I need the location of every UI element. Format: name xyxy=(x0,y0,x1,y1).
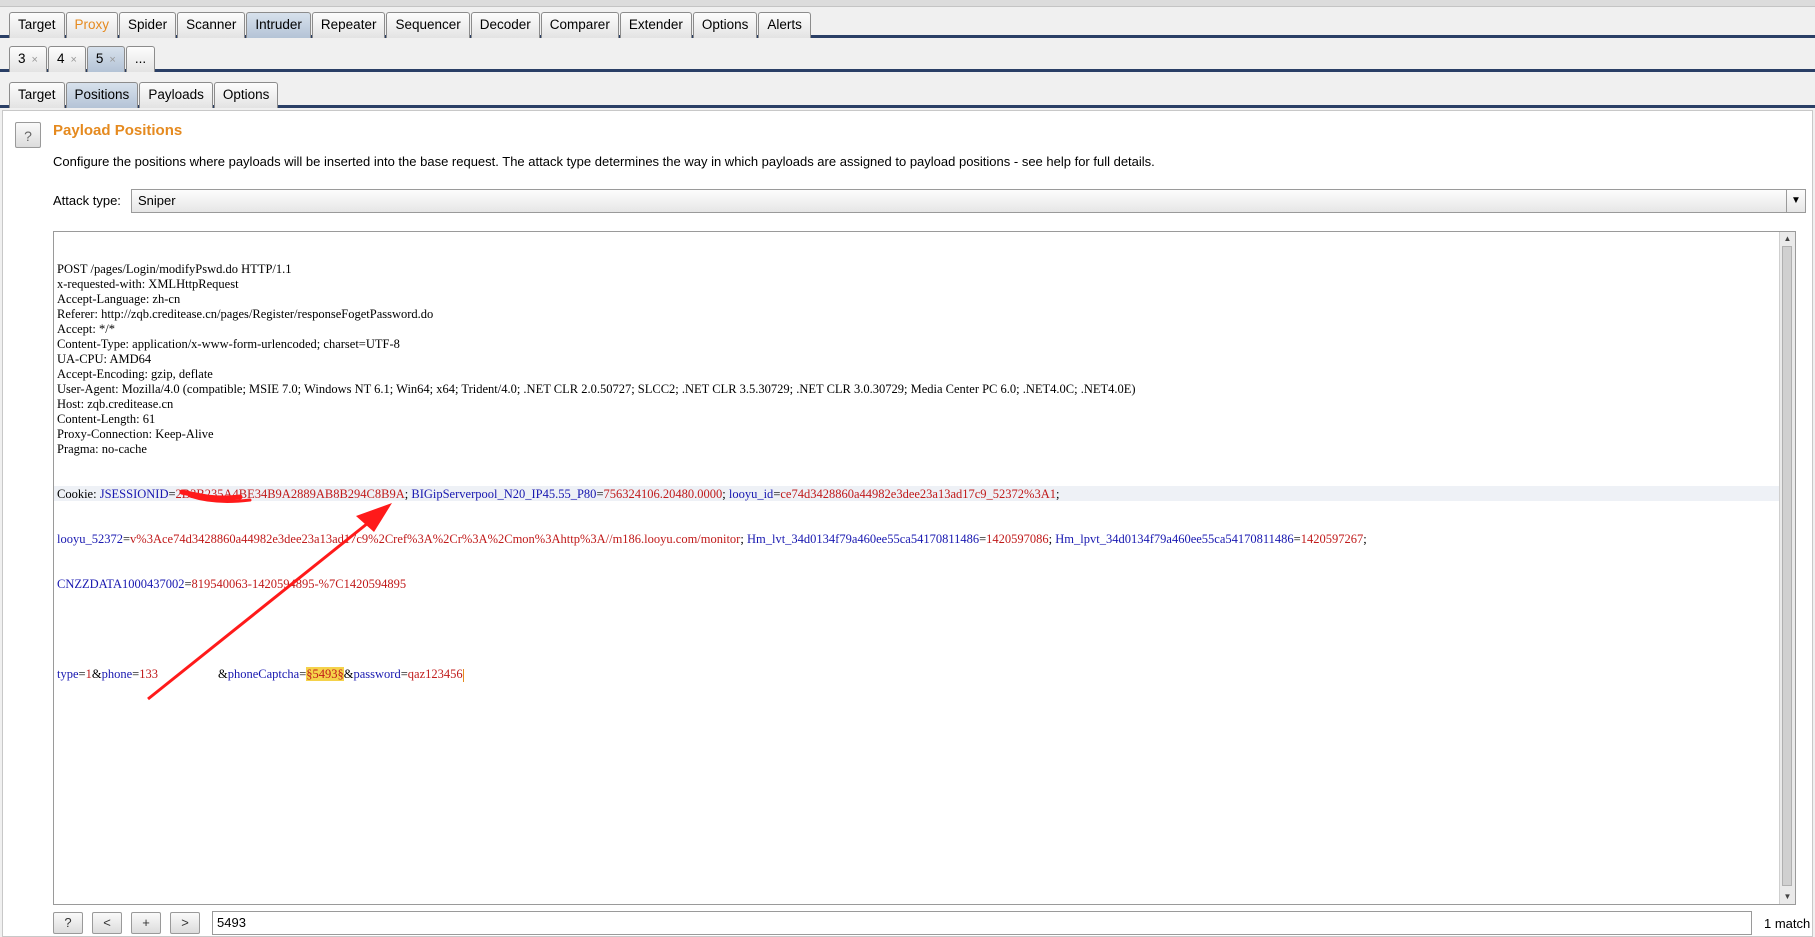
attack-tab-3[interactable]: 3 × xyxy=(9,46,47,72)
request-body-line: type=1&phone=133 &phoneCaptcha=§5493§&pas… xyxy=(57,667,464,682)
request-headers: POST /pages/Login/modifyPswd.do HTTP/1.1… xyxy=(57,262,1367,457)
cookie-2: looyu_id=ce74d3428860a44982e3dee23a13ad1… xyxy=(728,487,1060,501)
sub-tab-bar: Target Positions Payloads Options xyxy=(0,76,1815,108)
request-text[interactable]: POST /pages/Login/modifyPswd.do HTTP/1.1… xyxy=(57,232,1367,712)
tab-decoder[interactable]: Decoder xyxy=(470,12,540,38)
tab-scanner[interactable]: Scanner xyxy=(177,12,246,38)
subtab-target[interactable]: Target xyxy=(9,82,65,108)
cookie-1: BIGipServerpool_N20_IP45.55_P80=75632410… xyxy=(411,487,729,501)
header-line: Host: zqb.creditease.cn xyxy=(57,397,174,411)
tab-target[interactable]: Target xyxy=(9,12,65,38)
tab-sequencer[interactable]: Sequencer xyxy=(386,12,470,38)
tab-proxy[interactable]: Proxy xyxy=(65,12,119,38)
search-prev-button[interactable]: < xyxy=(92,912,122,934)
attack-tab-new[interactable]: ... xyxy=(125,46,156,72)
attack-tab-4[interactable]: 4 × xyxy=(47,46,86,72)
scroll-up-icon[interactable]: ▲ xyxy=(1780,232,1795,246)
header-line: Accept: */* xyxy=(57,322,115,336)
blank-line: ​ xyxy=(57,622,1367,637)
tab-comparer[interactable]: Comparer xyxy=(540,12,619,38)
main-tab-bar: Target Proxy Spider Scanner Intruder Rep… xyxy=(0,6,1815,38)
header-line: Proxy-Connection: Keep-Alive xyxy=(57,427,214,441)
subtab-payloads[interactable]: Payloads xyxy=(139,82,213,108)
payload-position-marker[interactable]: §5493§ xyxy=(306,667,344,681)
scroll-down-icon[interactable]: ▼ xyxy=(1780,890,1795,904)
header-line: x-requested-with: XMLHttpRequest xyxy=(57,277,239,291)
cookie-4: Hm_lvt_34d0134f79a460ee55ca54170811486=1… xyxy=(746,532,1056,546)
cookie-3: looyu_52372=v%3Ace74d3428860a44982e3dee2… xyxy=(57,532,747,546)
cookie-line: Cookie: JSESSIONID=2B3B235A4BE34B9A2889A… xyxy=(57,487,1367,502)
tab-spider[interactable]: Spider xyxy=(119,12,177,38)
subtab-positions[interactable]: Positions xyxy=(65,82,139,108)
attack-tab-5[interactable]: 5 × xyxy=(86,46,125,72)
chevron-down-icon[interactable]: ▼ xyxy=(1786,190,1805,212)
page-title: Payload Positions xyxy=(53,122,183,139)
tab-alerts[interactable]: Alerts xyxy=(758,12,811,38)
cookie-label: Cookie: xyxy=(57,487,100,501)
close-icon[interactable]: × xyxy=(70,54,76,66)
header-line: Content-Type: application/x-www-form-url… xyxy=(57,337,400,351)
attack-tab-label: ... xyxy=(134,51,147,66)
cookie-line-3: CNZZDATA1000437002=819540063-1420594895-… xyxy=(57,577,1367,592)
editor-scrollbar[interactable]: ▲ ▼ xyxy=(1779,232,1795,904)
attack-tab-label: 5 xyxy=(95,51,104,66)
tab-options[interactable]: Options xyxy=(692,12,758,38)
subtab-options[interactable]: Options xyxy=(213,82,279,108)
header-line: User-Agent: Mozilla/4.0 (compatible; MSI… xyxy=(57,382,1136,396)
cookie-line-2: looyu_52372=v%3Ace74d3428860a44982e3dee2… xyxy=(57,532,1367,547)
attack-tab-label: 3 xyxy=(18,51,26,66)
scroll-thumb[interactable] xyxy=(1782,246,1792,886)
help-button[interactable]: ? xyxy=(15,122,41,148)
attack-type-select[interactable]: Sniper ▼ xyxy=(131,189,1806,213)
tab-extender[interactable]: Extender xyxy=(619,12,692,38)
attack-tab-bar: 3 × 4 × 5 × ... xyxy=(0,42,1815,72)
search-add-button[interactable]: + xyxy=(131,912,161,934)
search-help-button[interactable]: ? xyxy=(53,912,83,934)
text-caret xyxy=(462,668,464,682)
header-line: UA-CPU: AMD64 xyxy=(57,352,152,366)
attack-type-value: Sniper xyxy=(138,193,176,208)
search-next-button[interactable]: > xyxy=(170,912,200,934)
header-line: Pragma: no-cache xyxy=(57,442,147,456)
search-toolbar: ? < + > xyxy=(53,911,209,935)
match-count: 1 match xyxy=(1764,916,1811,931)
close-icon[interactable]: × xyxy=(109,54,115,66)
attack-type-label: Attack type: xyxy=(53,193,121,208)
search-input[interactable]: 5493 xyxy=(212,911,1752,935)
tab-intruder[interactable]: Intruder xyxy=(246,12,311,38)
header-line: Accept-Language: zh-cn xyxy=(57,292,181,306)
tab-repeater[interactable]: Repeater xyxy=(311,12,386,38)
header-line: Referer: http://zqb.creditease.cn/pages/… xyxy=(57,307,434,321)
header-line: Accept-Encoding: gzip, deflate xyxy=(57,367,213,381)
cookie-5: Hm_lpvt_34d0134f79a460ee55ca54170811486=… xyxy=(1055,532,1367,546)
header-line: POST /pages/Login/modifyPswd.do HTTP/1.1 xyxy=(57,262,292,276)
panel-description: Configure the positions where payloads w… xyxy=(53,154,1155,169)
request-editor[interactable]: POST /pages/Login/modifyPswd.do HTTP/1.1… xyxy=(53,231,1796,905)
cookie-0: JSESSIONID=2B3B235A4BE34B9A2889AB8B294C8… xyxy=(99,487,412,501)
attack-tab-label: 4 xyxy=(56,51,65,66)
cookie-6: CNZZDATA1000437002=819540063-1420594895-… xyxy=(57,577,407,591)
close-icon[interactable]: × xyxy=(32,54,38,66)
header-line: Content-Length: 61 xyxy=(57,412,156,426)
